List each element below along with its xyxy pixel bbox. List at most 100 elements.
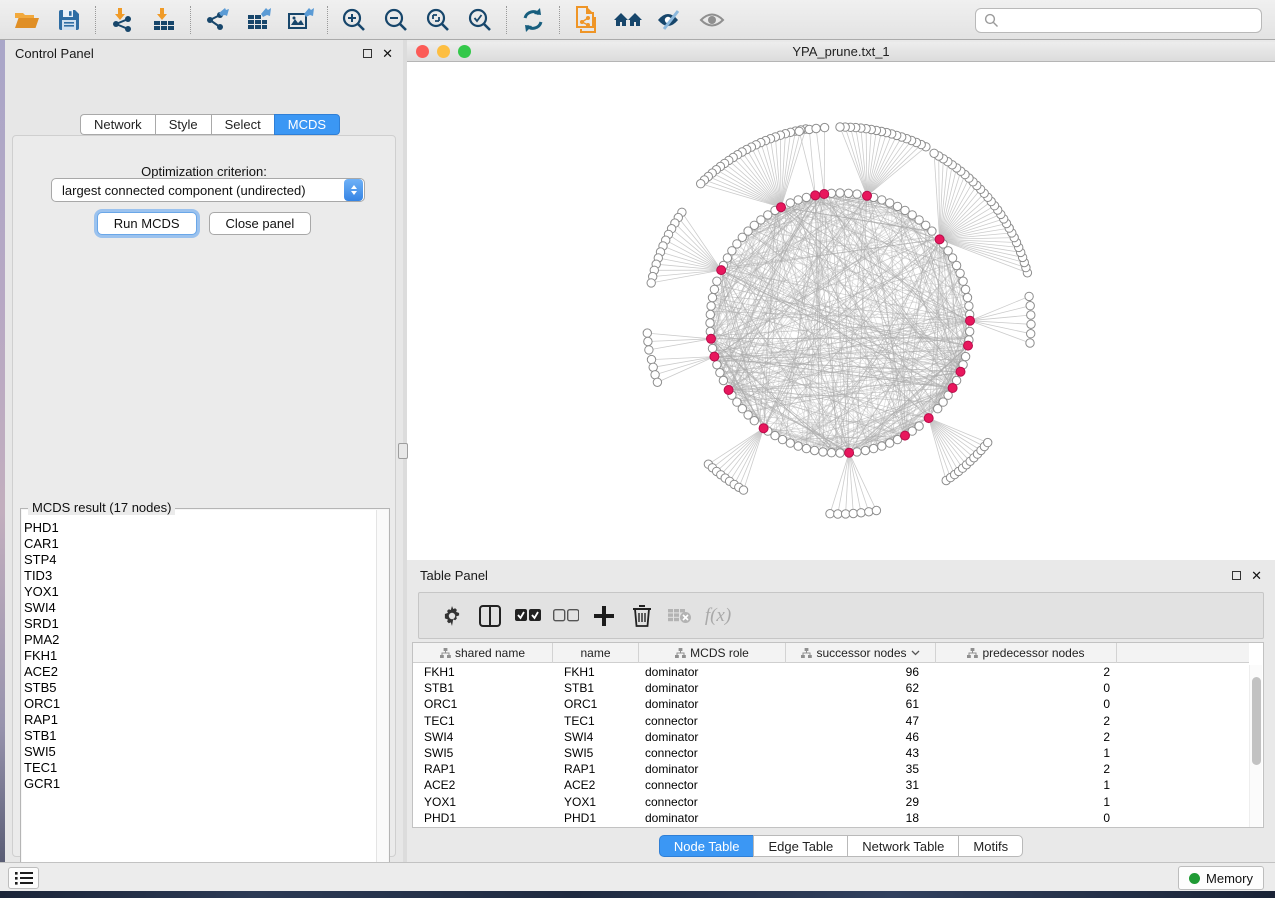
export-table-icon bbox=[246, 7, 272, 33]
run-mcds-button[interactable]: Run MCDS bbox=[97, 212, 197, 235]
splitter-grip[interactable] bbox=[398, 443, 408, 459]
delete-column-button[interactable] bbox=[623, 598, 661, 634]
zoom-in-button[interactable] bbox=[333, 4, 375, 36]
table-row[interactable]: ACE2ACE2connector311 bbox=[413, 777, 1249, 793]
export-image-button[interactable] bbox=[280, 4, 322, 36]
first-neighbors-button[interactable] bbox=[607, 4, 649, 36]
import-network-button[interactable] bbox=[101, 4, 143, 36]
zoom-fit-button[interactable] bbox=[417, 4, 459, 36]
column-header-name[interactable]: name bbox=[553, 643, 639, 663]
cell-predecessor-nodes: 1 bbox=[936, 746, 1117, 760]
table-row[interactable]: STB1STB1dominator620 bbox=[413, 680, 1249, 696]
float-window-icon[interactable] bbox=[1232, 571, 1241, 580]
mcds-node-item[interactable]: FKH1 bbox=[24, 648, 374, 664]
search-box[interactable] bbox=[975, 8, 1262, 33]
deselect-all-rows-button[interactable] bbox=[547, 598, 585, 634]
mcds-node-item[interactable]: TEC1 bbox=[24, 760, 374, 776]
column-visibility-button[interactable] bbox=[471, 598, 509, 634]
table-row[interactable]: SWI4SWI4dominator462 bbox=[413, 729, 1249, 745]
open-session-button[interactable] bbox=[6, 4, 48, 36]
select-stepper-icon bbox=[344, 179, 363, 201]
cell-successor-nodes: 35 bbox=[786, 762, 936, 776]
columns-icon bbox=[479, 605, 501, 627]
zoom-out-button[interactable] bbox=[375, 4, 417, 36]
mcds-node-item[interactable]: PHD1 bbox=[24, 520, 374, 536]
column-header-MCDS-role[interactable]: MCDS role bbox=[639, 643, 786, 663]
tab-node-table[interactable]: Node Table bbox=[659, 835, 754, 857]
cell-predecessor-nodes: 0 bbox=[936, 681, 1117, 695]
mcds-node-item[interactable]: STB5 bbox=[24, 680, 374, 696]
mcds-node-item[interactable]: CAR1 bbox=[24, 536, 374, 552]
status-bar: Memory bbox=[0, 862, 1275, 891]
criterion-select[interactable]: largest connected component (undirected) bbox=[51, 178, 365, 202]
show-all-button[interactable] bbox=[691, 4, 733, 36]
node-table-header: shared namenameMCDS rolesuccessor nodesp… bbox=[413, 643, 1249, 663]
task-history-button[interactable] bbox=[8, 867, 39, 889]
network-canvas[interactable] bbox=[407, 62, 1275, 560]
column-header-shared-name[interactable]: shared name bbox=[413, 643, 553, 663]
memory-status-icon bbox=[1189, 873, 1200, 884]
function-builder-button[interactable]: f(x) bbox=[699, 598, 737, 634]
table-scrollbar[interactable] bbox=[1249, 665, 1262, 827]
hide-selected-button[interactable] bbox=[649, 4, 691, 36]
table-row[interactable]: SWI5SWI5connector431 bbox=[413, 745, 1249, 761]
tab-motifs[interactable]: Motifs bbox=[958, 835, 1023, 857]
tab-network[interactable]: Network bbox=[80, 114, 155, 135]
table-scrollbar-thumb[interactable] bbox=[1252, 677, 1261, 765]
select-all-rows-button[interactable] bbox=[509, 598, 547, 634]
mcds-node-item[interactable]: ORC1 bbox=[24, 696, 374, 712]
table-settings-button[interactable] bbox=[433, 598, 471, 634]
mcds-node-item[interactable]: GCR1 bbox=[24, 776, 374, 792]
table-row[interactable]: PHD1PHD1dominator180 bbox=[413, 810, 1249, 826]
table-row[interactable]: FKH1FKH1dominator962 bbox=[413, 664, 1249, 680]
refresh-icon bbox=[520, 7, 546, 33]
export-table-button[interactable] bbox=[238, 4, 280, 36]
mcds-node-item[interactable]: ACE2 bbox=[24, 664, 374, 680]
column-header-successor-nodes[interactable]: successor nodes bbox=[786, 643, 936, 663]
cell-MCDS-role: dominator bbox=[639, 697, 786, 711]
search-input[interactable] bbox=[999, 13, 1253, 28]
mcds-node-item[interactable]: PMA2 bbox=[24, 632, 374, 648]
cell-predecessor-nodes: 0 bbox=[936, 697, 1117, 711]
table-row[interactable]: YOX1YOX1connector291 bbox=[413, 794, 1249, 810]
close-panel-button[interactable]: Close panel bbox=[209, 212, 312, 235]
close-panel-icon[interactable]: ✕ bbox=[382, 47, 393, 60]
mcds-result-list[interactable]: PHD1CAR1STP4TID3YOX1SWI4SRD1PMA2FKH1ACE2… bbox=[24, 520, 374, 874]
tab-edge-table[interactable]: Edge Table bbox=[753, 835, 847, 857]
fx-icon: f(x) bbox=[705, 605, 731, 627]
add-column-button[interactable] bbox=[585, 598, 623, 634]
save-session-button[interactable] bbox=[48, 4, 90, 36]
memory-button[interactable]: Memory bbox=[1178, 866, 1264, 890]
duplicate-network-button[interactable] bbox=[565, 4, 607, 36]
column-header-predecessor-nodes[interactable]: predecessor nodes bbox=[936, 643, 1117, 663]
refresh-button[interactable] bbox=[512, 4, 554, 36]
cell-name: ORC1 bbox=[553, 697, 639, 711]
trash-icon bbox=[632, 605, 652, 627]
tab-mcds[interactable]: MCDS bbox=[274, 114, 340, 135]
mcds-node-item[interactable]: SRD1 bbox=[24, 616, 374, 632]
tab-select[interactable]: Select bbox=[211, 114, 274, 135]
import-table-button[interactable] bbox=[143, 4, 185, 36]
mcds-node-item[interactable]: SWI4 bbox=[24, 600, 374, 616]
mcds-list-scrollbar[interactable] bbox=[376, 510, 388, 876]
cell-predecessor-nodes: 1 bbox=[936, 795, 1117, 809]
float-window-icon[interactable] bbox=[363, 49, 372, 58]
mcds-node-item[interactable]: STB1 bbox=[24, 728, 374, 744]
zoom-selected-button[interactable] bbox=[459, 4, 501, 36]
network-window-titlebar[interactable]: YPA_prune.txt_1 bbox=[407, 42, 1275, 62]
mcds-node-item[interactable]: TID3 bbox=[24, 568, 374, 584]
mcds-node-item[interactable]: STP4 bbox=[24, 552, 374, 568]
table-row[interactable]: TEC1TEC1connector472 bbox=[413, 713, 1249, 729]
table-row[interactable]: RAP1RAP1dominator352 bbox=[413, 761, 1249, 777]
table-row[interactable]: ORC1ORC1dominator610 bbox=[413, 696, 1249, 712]
mcds-node-item[interactable]: YOX1 bbox=[24, 584, 374, 600]
mcds-node-item[interactable]: RAP1 bbox=[24, 712, 374, 728]
tab-network-table[interactable]: Network Table bbox=[847, 835, 958, 857]
mcds-node-item[interactable]: SWI5 bbox=[24, 744, 374, 760]
tab-style[interactable]: Style bbox=[155, 114, 211, 135]
close-panel-icon[interactable]: ✕ bbox=[1251, 569, 1262, 582]
delete-table-button[interactable] bbox=[661, 598, 699, 634]
export-network-button[interactable] bbox=[196, 4, 238, 36]
cell-shared-name: TEC1 bbox=[413, 714, 553, 728]
mcds-result-box: MCDS result (17 nodes) PHD1CAR1STP4TID3Y… bbox=[20, 508, 390, 878]
